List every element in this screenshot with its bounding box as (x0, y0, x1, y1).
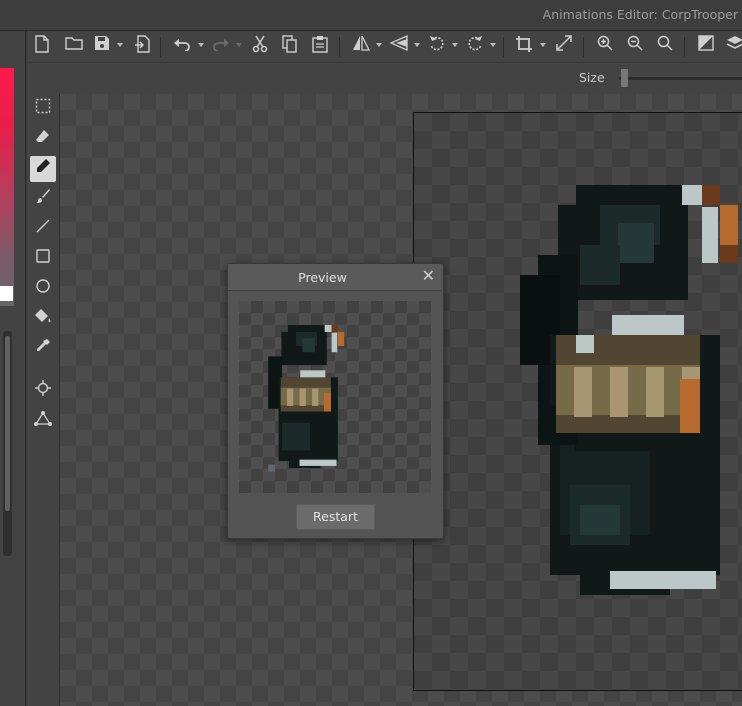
panel-scrollbar[interactable] (3, 331, 12, 556)
window-title: Animations Editor: CorpTrooper (542, 7, 738, 22)
bone-icon[interactable] (30, 408, 56, 434)
crop-dropdown-caret[interactable] (540, 43, 546, 47)
color-swap-icon[interactable] (695, 35, 717, 57)
preview-dialog[interactable]: Preview ✕ Restart (227, 263, 444, 539)
preview-viewport (239, 301, 431, 493)
line-icon[interactable] (30, 216, 56, 242)
size-label: Size (579, 70, 605, 85)
pivot-icon[interactable] (30, 378, 56, 404)
save-icon[interactable] (91, 35, 113, 57)
redo-dropdown-caret[interactable] (236, 43, 242, 47)
toolbar-separator (583, 37, 584, 57)
toolbar-separator (160, 37, 161, 57)
close-icon[interactable]: ✕ (422, 267, 435, 285)
undo-dropdown-caret[interactable] (198, 43, 204, 47)
flip-vertical-dropdown-caret[interactable] (414, 43, 420, 47)
zoom-in-icon[interactable] (594, 35, 616, 57)
brush-icon[interactable] (30, 186, 56, 212)
scrollbar-thumb[interactable] (5, 336, 10, 511)
color-panel (0, 31, 26, 706)
preview-sprite-image (268, 325, 345, 472)
sprite-gear (538, 335, 700, 451)
rotate-left-icon[interactable] (426, 35, 448, 57)
eraser-icon[interactable] (30, 126, 56, 152)
select-rect-icon[interactable] (30, 96, 56, 122)
copy-icon[interactable] (279, 35, 301, 57)
export-icon[interactable] (131, 35, 153, 57)
size-slider-thumb[interactable] (621, 69, 628, 87)
color-swatch[interactable] (0, 286, 13, 301)
cut-icon[interactable] (249, 35, 271, 57)
zoom-fit-icon[interactable] (654, 35, 676, 57)
tool-palette (27, 94, 60, 706)
zoom-out-icon[interactable] (624, 35, 646, 57)
eyedropper-icon[interactable] (30, 336, 56, 362)
size-slider-track[interactable] (619, 77, 742, 80)
layers-icon[interactable] (724, 35, 742, 57)
hue-gradient[interactable] (0, 68, 14, 306)
fill-bucket-icon[interactable] (30, 306, 56, 332)
pencil-icon[interactable] (30, 156, 56, 182)
main-toolbar (27, 31, 742, 62)
restart-button[interactable]: Restart (296, 504, 375, 530)
preview-title: Preview (298, 270, 347, 285)
toolbar-separator (684, 37, 685, 57)
title-bar: Animations Editor: CorpTrooper (0, 0, 742, 31)
open-folder-icon[interactable] (62, 35, 86, 57)
ellipse-icon[interactable] (30, 276, 56, 302)
redo-icon[interactable] (210, 35, 232, 57)
crop-icon[interactable] (513, 35, 535, 57)
save-dropdown-caret[interactable] (117, 43, 123, 47)
toolbar-separator (339, 37, 340, 57)
rotate-right-dropdown-caret[interactable] (490, 43, 496, 47)
flip-dropdown-caret[interactable] (376, 43, 382, 47)
paste-icon[interactable] (309, 35, 331, 57)
flip-horizontal-icon[interactable] (350, 35, 372, 57)
flip-vertical-icon[interactable] (388, 35, 410, 57)
preview-header[interactable]: Preview ✕ (228, 264, 441, 291)
tool-options-bar: Size (27, 62, 742, 95)
undo-icon[interactable] (171, 35, 193, 57)
rotate-right-icon[interactable] (464, 35, 486, 57)
toolbar-separator (503, 37, 504, 57)
rectangle-icon[interactable] (30, 246, 56, 272)
sprite-image (520, 185, 738, 595)
new-file-icon[interactable] (31, 35, 53, 57)
resize-icon[interactable] (553, 35, 575, 57)
rotate-left-dropdown-caret[interactable] (452, 43, 458, 47)
